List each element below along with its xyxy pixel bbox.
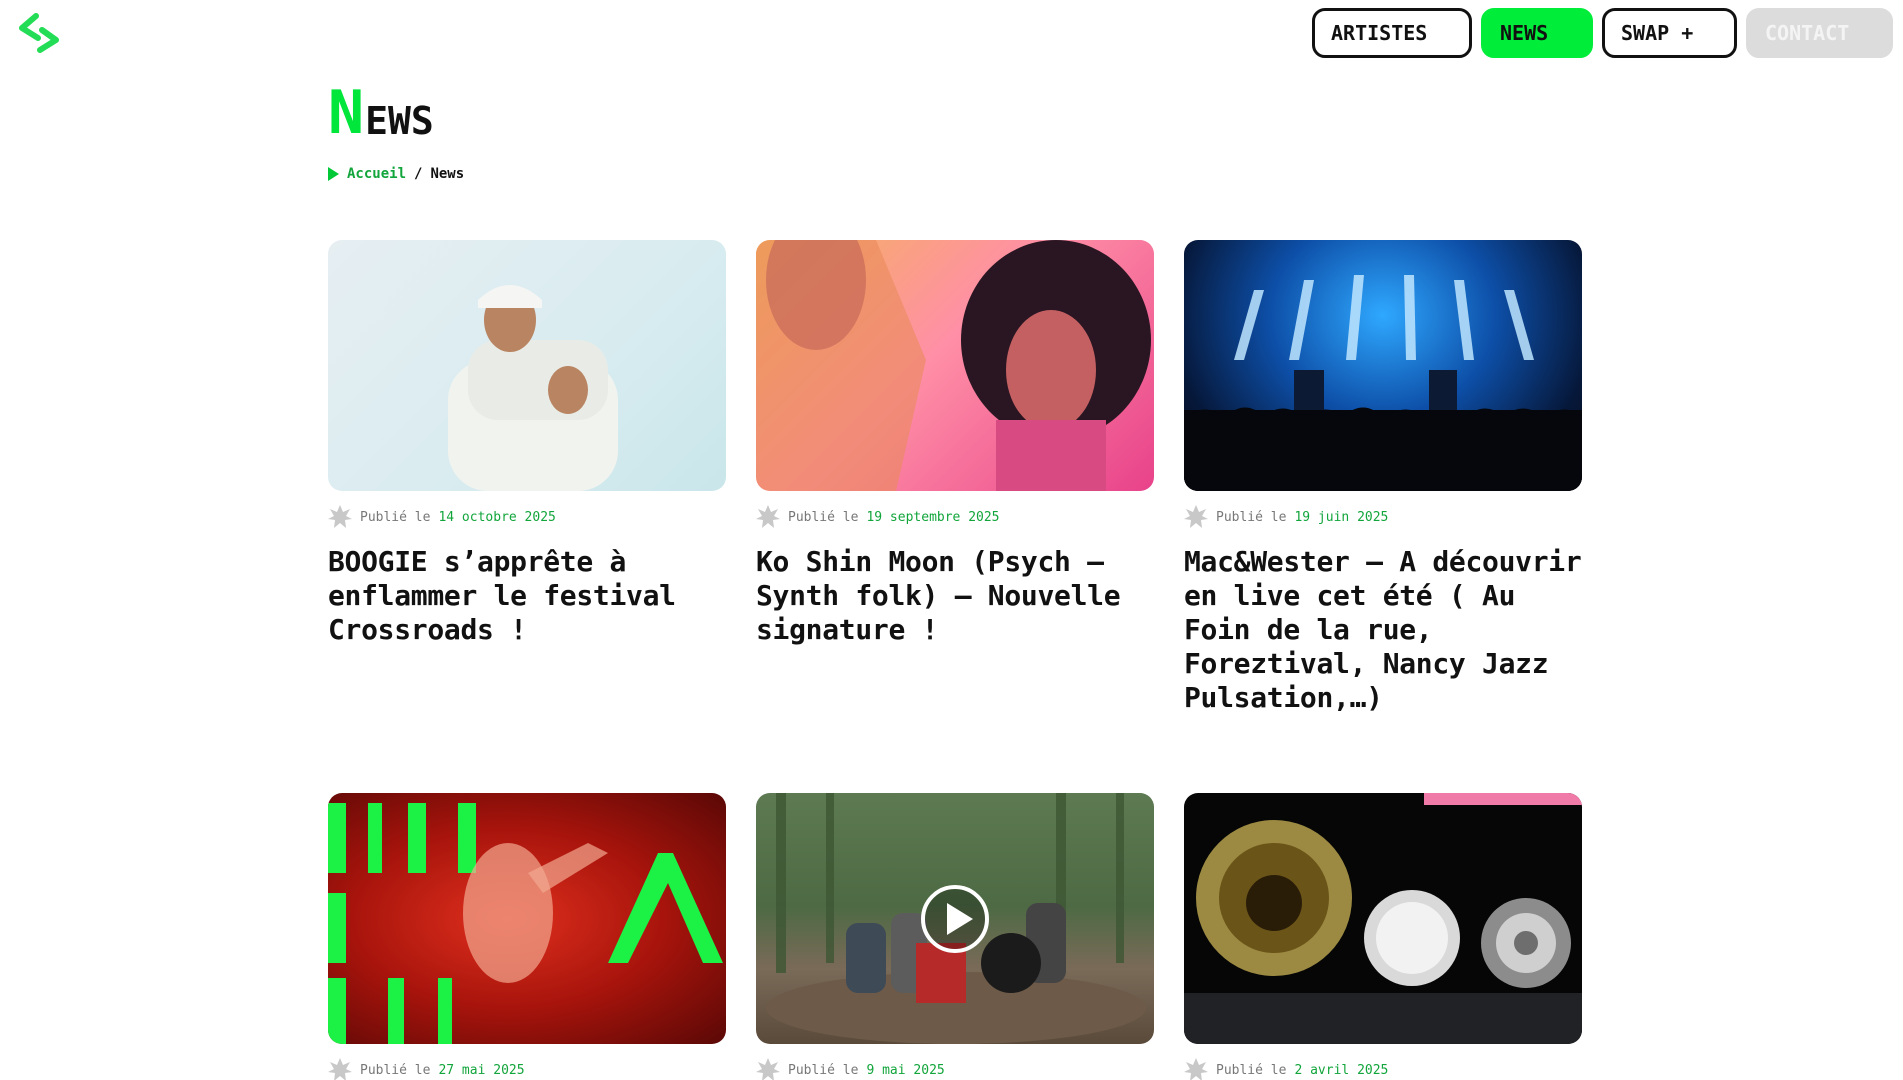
news-card-title[interactable]: Mac&Wester – A découvrir en live cet été… <box>1184 545 1582 715</box>
play-icon[interactable] <box>919 883 991 955</box>
news-card-meta: Publié le 14 octobre 2025 <box>328 505 726 529</box>
page-title-rest: EWS <box>365 99 434 143</box>
publish-prefix: Publié le <box>1216 1062 1287 1078</box>
news-card-image[interactable] <box>756 793 1154 1044</box>
main-nav: ARTISTES NEWS SWAP + CONTACT <box>1312 8 1893 58</box>
breadcrumb-home-link[interactable]: Accueil <box>347 166 406 182</box>
publish-date: 14 octobre 2025 <box>438 509 556 525</box>
nav-news-button[interactable]: NEWS <box>1481 8 1593 58</box>
news-card-meta: Publié le 2 avril 2025 <box>1184 1058 1582 1080</box>
nav-contact-button[interactable]: CONTACT <box>1746 8 1893 58</box>
burst-icon <box>328 1058 352 1080</box>
news-card-image[interactable] <box>328 240 726 491</box>
news-card-title[interactable]: BOOGIE s’apprête à enflammer le festival… <box>328 545 726 647</box>
publish-date: 27 mai 2025 <box>438 1062 525 1078</box>
breadcrumb-current: News <box>430 166 465 182</box>
news-card-title[interactable]: Ko Shin Moon (Psych – Synth folk) – Nouv… <box>756 545 1154 647</box>
burst-icon <box>1184 1058 1208 1080</box>
news-card[interactable]: Publié le 14 octobre 2025 BOOGIE s’apprê… <box>328 240 726 647</box>
news-card-meta: Publié le 9 mai 2025 <box>756 1058 1154 1080</box>
publish-prefix: Publié le <box>788 1062 859 1078</box>
news-card[interactable]: Publié le 27 mai 2025 <box>328 793 726 1080</box>
page-title: N EWS <box>328 78 434 148</box>
publish-prefix: Publié le <box>788 509 859 525</box>
logo-icon[interactable] <box>16 12 62 54</box>
news-card-image[interactable] <box>1184 240 1582 491</box>
breadcrumb-separator: / <box>414 166 423 182</box>
news-card-image[interactable] <box>328 793 726 1044</box>
burst-icon <box>328 505 352 528</box>
nav-swap-button[interactable]: SWAP + <box>1602 8 1737 58</box>
news-card-meta: Publié le 19 septembre 2025 <box>756 505 1154 529</box>
play-arrow-icon <box>328 167 339 181</box>
burst-icon <box>756 505 780 528</box>
news-card-meta: Publié le 19 juin 2025 <box>1184 505 1582 529</box>
news-card[interactable]: Publié le 19 juin 2025 Mac&Wester – A dé… <box>1184 240 1582 715</box>
burst-icon <box>756 1058 780 1080</box>
news-card[interactable]: Publié le 9 mai 2025 <box>756 793 1154 1080</box>
news-card-image[interactable] <box>756 240 1154 491</box>
publish-prefix: Publié le <box>360 509 431 525</box>
news-card-image[interactable] <box>1184 793 1582 1044</box>
publish-prefix: Publié le <box>360 1062 431 1078</box>
news-card[interactable]: Publié le 2 avril 2025 <box>1184 793 1582 1080</box>
news-card[interactable]: Publié le 19 septembre 2025 Ko Shin Moon… <box>756 240 1154 647</box>
page-title-initial: N <box>328 78 365 148</box>
breadcrumb: Accueil / News <box>328 166 464 182</box>
publish-prefix: Publié le <box>1216 509 1287 525</box>
publish-date: 2 avril 2025 <box>1294 1062 1389 1078</box>
burst-icon <box>1184 505 1208 528</box>
nav-artistes-button[interactable]: ARTISTES <box>1312 8 1472 58</box>
publish-date: 19 juin 2025 <box>1294 509 1389 525</box>
news-card-meta: Publié le 27 mai 2025 <box>328 1058 726 1080</box>
publish-date: 9 mai 2025 <box>866 1062 945 1078</box>
publish-date: 19 septembre 2025 <box>866 509 1000 525</box>
